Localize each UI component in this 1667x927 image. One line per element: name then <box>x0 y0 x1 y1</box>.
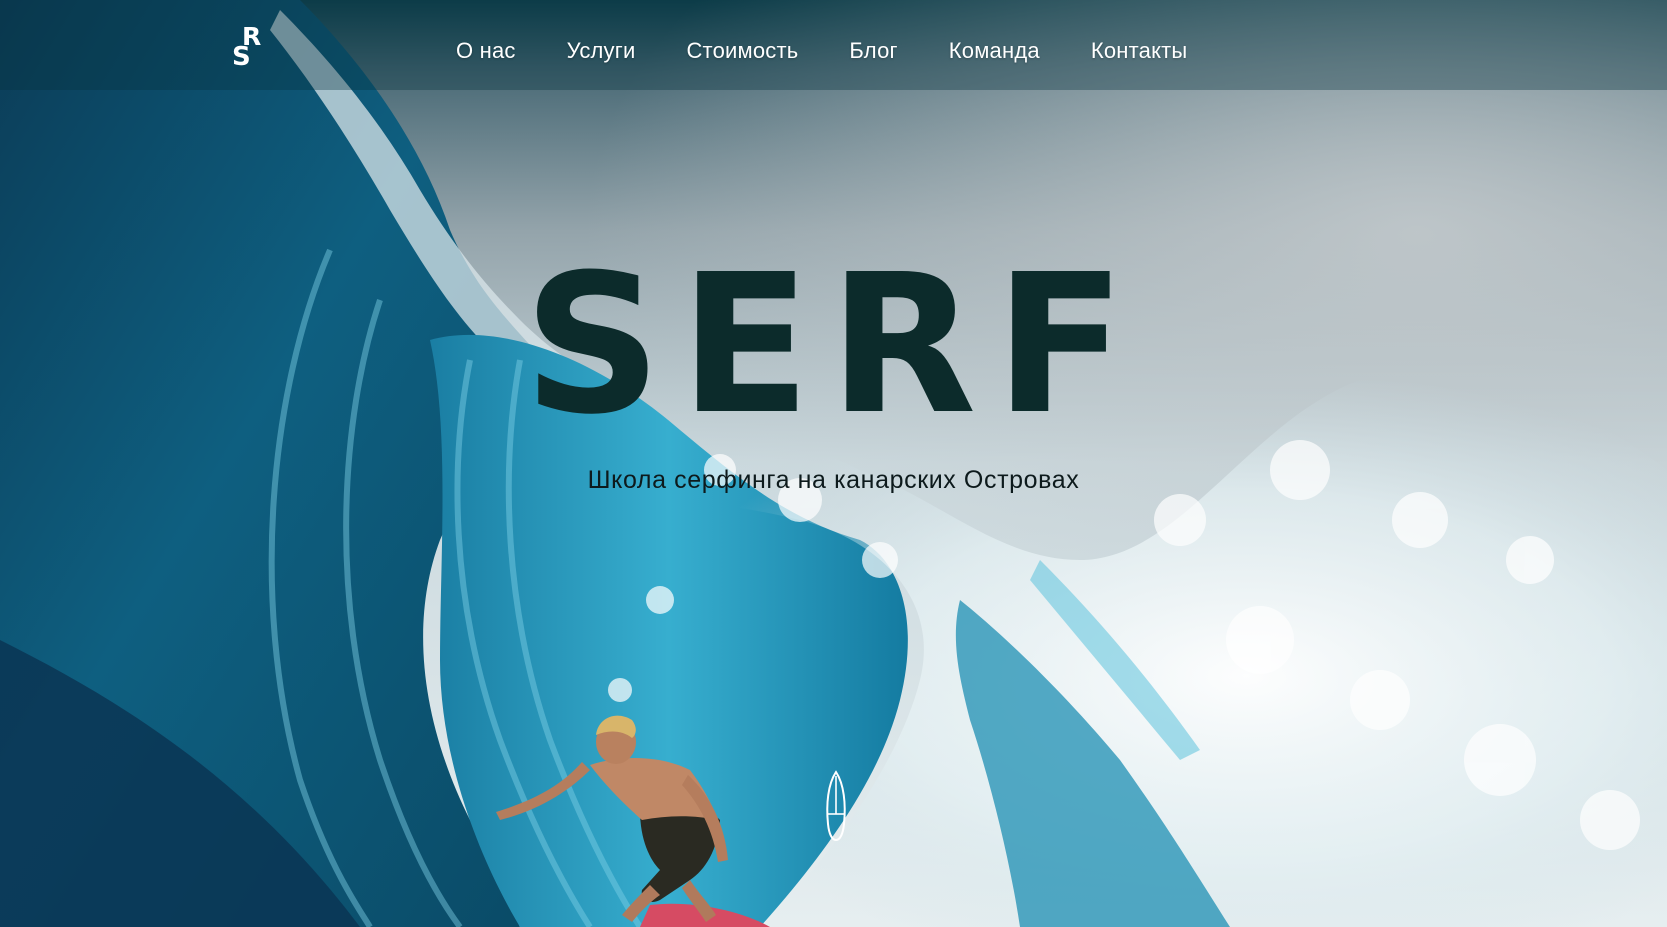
nav-item-team[interactable]: Команда <box>949 38 1040 64</box>
main-navigation: О нас Услуги Стоимость Блог Команда Конт… <box>456 34 1187 68</box>
nav-item-services[interactable]: Услуги <box>567 38 636 64</box>
logo-letter-s: S <box>232 42 251 72</box>
logo-icon[interactable]: R S <box>228 24 268 74</box>
surfboard-icon[interactable] <box>824 770 848 842</box>
nav-item-about[interactable]: О нас <box>456 38 516 64</box>
hero-title: SERF <box>523 234 1144 457</box>
hero-subtitle: Школа серфинга на канарских Островах <box>587 466 1080 494</box>
hero-section: R S О нас Услуги Стоимость Блог Команда … <box>0 0 1667 927</box>
nav-item-contacts[interactable]: Контакты <box>1091 38 1188 64</box>
nav-item-pricing[interactable]: Стоимость <box>686 38 798 64</box>
nav-item-blog[interactable]: Блог <box>849 38 897 64</box>
